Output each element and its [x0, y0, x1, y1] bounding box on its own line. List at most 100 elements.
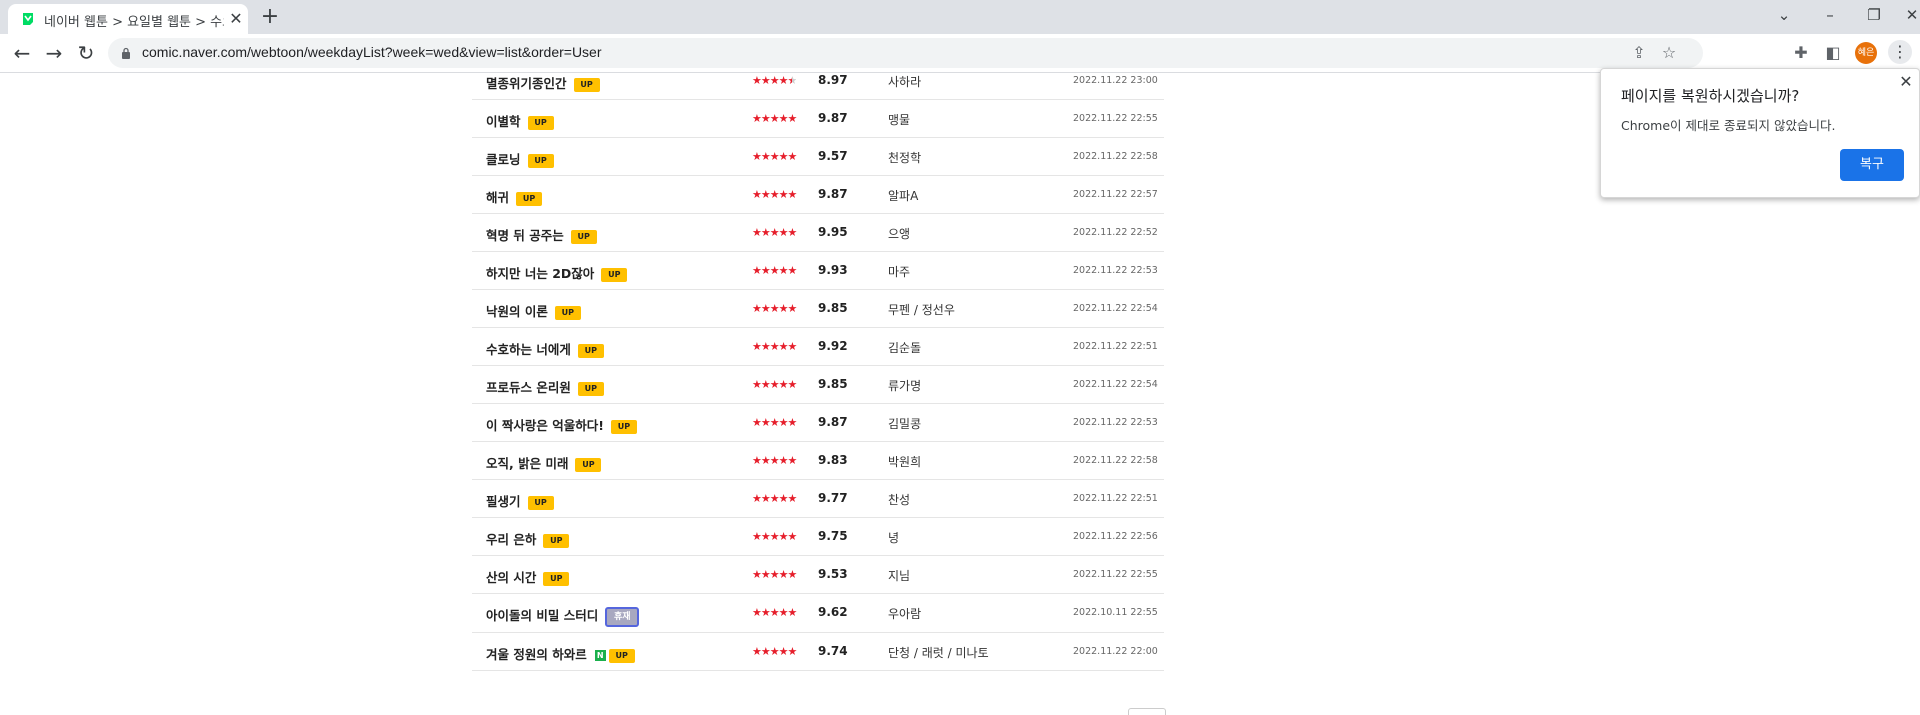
table-row[interactable]: 멸종위기종인간 UP ★★★★★ 8.97 사하라 2022.11.22 23:00	[472, 62, 1164, 100]
webtoon-title: 이별학	[486, 114, 521, 129]
webtoon-title-link[interactable]: 낙원의 이론 UP	[486, 301, 581, 320]
share-icon[interactable]: ⇪	[1629, 43, 1649, 63]
webtoon-title-link[interactable]: 이 짝사랑은 억울하다! UP	[486, 415, 637, 434]
webtoon-title-link[interactable]: 필생기 UP	[486, 491, 554, 510]
table-row[interactable]: 혁명 뒤 공주는 UP ★★★★★ 9.95 으앵 2022.11.22 22:52	[472, 214, 1164, 252]
webtoon-title-link[interactable]: 하지만 너는 2D잖아 UP	[486, 263, 628, 282]
webtoon-title-link[interactable]: 해귀 UP	[486, 187, 543, 206]
star-icon: ★	[787, 454, 798, 467]
up-badge: UP	[516, 191, 543, 206]
star-icon: ★	[769, 188, 780, 201]
webtoon-title-link[interactable]: 수호하는 너에게 UP	[486, 339, 604, 358]
webtoon-title: 산의 시간	[486, 570, 537, 585]
webtoon-title-link[interactable]: 산의 시간 UP	[486, 567, 570, 586]
rating-score: 9.62	[818, 605, 848, 619]
author-name: 김밀콩	[888, 417, 922, 431]
table-row[interactable]: 이별학 UP ★★★★★ 9.87 맹물 2022.11.22 22:55	[472, 100, 1164, 138]
rating-score: 9.95	[818, 225, 848, 239]
star-icon: ★	[752, 74, 762, 87]
star-icon: ★	[752, 302, 762, 315]
table-row[interactable]: 이 짝사랑은 억울하다! UP ★★★★★ 9.87 김밀콩 2022.11.22 22:…	[472, 404, 1164, 442]
minimize-icon[interactable]: –	[1816, 4, 1844, 26]
webtoon-title: 혁명 뒤 공주는	[486, 228, 564, 243]
webtoon-title-link[interactable]: 겨울 정원의 하와르 N UP	[486, 644, 635, 663]
back-icon[interactable]: ←	[10, 41, 34, 65]
star-icon: ★	[752, 645, 762, 658]
browser-tab[interactable]: 네이버 웹툰 > 요일별 웹툰 > 수요 ✕	[8, 4, 248, 34]
star-icon: ★	[760, 74, 771, 87]
updated-date: 2022.11.22 22:55	[1073, 569, 1158, 580]
dialog-close-icon[interactable]: ✕	[1897, 73, 1915, 91]
rating-stars: ★★★★★	[752, 530, 798, 543]
updated-date: 2022.11.22 22:52	[1073, 227, 1158, 238]
table-row[interactable]: 하지만 너는 2D잖아 UP ★★★★★ 9.93 마주 2022.11.22 22:53	[472, 252, 1164, 290]
author-name: 지님	[888, 569, 911, 583]
rating-score: 9.87	[818, 415, 848, 429]
tab-close-icon[interactable]: ✕	[226, 9, 246, 29]
table-row[interactable]: 클로닝 UP ★★★★★ 9.57 천정학 2022.11.22 22:58	[472, 138, 1164, 176]
webtoon-title-link[interactable]: 클로닝 UP	[486, 149, 554, 168]
star-icon: ★	[778, 530, 789, 543]
author-name: 김순돌	[888, 341, 922, 355]
webtoon-title-link[interactable]: 프로듀스 온리원 UP	[486, 377, 604, 396]
table-row[interactable]: 우리 은하 UP ★★★★★ 9.75 녕 2022.11.22 22:56	[472, 518, 1164, 556]
star-icon: ★	[760, 645, 771, 658]
updated-date: 2022.11.22 22:56	[1073, 531, 1158, 542]
webtoon-title-link[interactable]: 멸종위기종인간 UP	[486, 73, 600, 92]
star-icon: ★	[760, 302, 771, 315]
webtoon-title-link[interactable]: 혁명 뒤 공주는 UP	[486, 225, 597, 244]
forward-icon[interactable]: →	[42, 41, 66, 65]
reload-icon[interactable]: ↻	[74, 41, 98, 65]
star-icon: ★	[752, 416, 762, 429]
star-icon: ★	[760, 226, 771, 239]
star-icon: ★	[760, 606, 771, 619]
table-row[interactable]: 필생기 UP ★★★★★ 9.77 찬성 2022.11.22 22:51	[472, 480, 1164, 518]
table-row[interactable]: 낙원의 이론 UP ★★★★★ 9.85 무펜 / 정선우 2022.11.22 22:5…	[472, 290, 1164, 328]
star-icon: ★	[769, 416, 780, 429]
restore-button[interactable]: 복구	[1840, 149, 1904, 181]
webtoon-title: 낙원의 이론	[486, 304, 548, 319]
star-icon: ★	[778, 112, 789, 125]
rating-stars: ★★★★★	[752, 188, 797, 201]
chrome-menu-icon[interactable]: ⋮	[1888, 40, 1912, 64]
rating-score: 9.75	[818, 529, 848, 543]
webtoon-title-link[interactable]: 이별학 UP	[486, 111, 554, 130]
table-row[interactable]: 산의 시간 UP ★★★★★ 9.53 지님 2022.11.22 22:55	[472, 556, 1164, 594]
table-row[interactable]: 겨울 정원의 하와르 N UP ★★★★★ 9.74 단청 / 래럿 / 미나토 2022.…	[472, 633, 1164, 671]
star-icon: ★	[760, 264, 771, 277]
rating-score: 8.97	[818, 73, 848, 87]
table-row[interactable]: 해귀 UP ★★★★★ 9.87 알파A 2022.11.22 22:57	[472, 176, 1164, 214]
table-row[interactable]: 프로듀스 온리원 UP ★★★★★ 9.85 류가명 2022.11.22 22:54	[472, 366, 1164, 404]
star-icon: ★	[778, 264, 789, 277]
webtoon-title: 해귀	[486, 190, 510, 205]
rating-stars: ★★★★★	[752, 264, 797, 277]
up-badge: UP	[608, 648, 635, 663]
star-icon: ★	[787, 530, 798, 543]
author-name: 류가명	[888, 379, 922, 393]
author-name: 찬성	[888, 493, 911, 507]
side-panel-icon[interactable]: ◧	[1822, 42, 1844, 64]
star-icon: ★	[752, 226, 762, 239]
new-tab-button[interactable]: +	[258, 5, 282, 29]
webtoon-title-link[interactable]: 오직, 밝은 미래 UP	[486, 453, 602, 472]
star-icon: ★	[778, 74, 789, 87]
tab-search-icon[interactable]: ⌄	[1770, 4, 1798, 26]
rating-stars: ★★★★★	[752, 112, 797, 125]
rating-stars: ★★★★★	[752, 416, 797, 429]
close-window-icon[interactable]: ✕	[1904, 4, 1920, 26]
star-icon: ★	[787, 568, 798, 581]
webtoon-title-link[interactable]: 아이돌의 비밀 스터디 휴재	[486, 605, 640, 627]
rating-score: 9.53	[818, 567, 848, 581]
profile-avatar[interactable]: 혜은	[1855, 42, 1877, 64]
updated-date: 2022.11.22 22:53	[1073, 265, 1158, 276]
extensions-puzzle-icon[interactable]: ✚	[1790, 42, 1812, 64]
table-row[interactable]: 아이돌의 비밀 스터디 휴재 ★★★★★ 9.62 우아람 2022.10.11 22:5…	[472, 594, 1164, 633]
star-icon: ★	[769, 150, 780, 163]
bookmark-star-icon[interactable]: ☆	[1659, 43, 1679, 63]
webtoon-title-link[interactable]: 우리 은하 UP	[486, 529, 570, 548]
table-row[interactable]: 수호하는 너에게 UP ★★★★★ 9.92 김순돌 2022.11.22 22:51	[472, 328, 1164, 366]
rating-stars: ★★★★★	[752, 74, 797, 87]
table-row[interactable]: 오직, 밝은 미래 UP ★★★★★ 9.83 박원희 2022.11.22 22:58	[472, 442, 1164, 480]
updated-date: 2022.11.22 22:54	[1073, 379, 1158, 390]
restore-icon[interactable]: ❐	[1860, 4, 1888, 26]
